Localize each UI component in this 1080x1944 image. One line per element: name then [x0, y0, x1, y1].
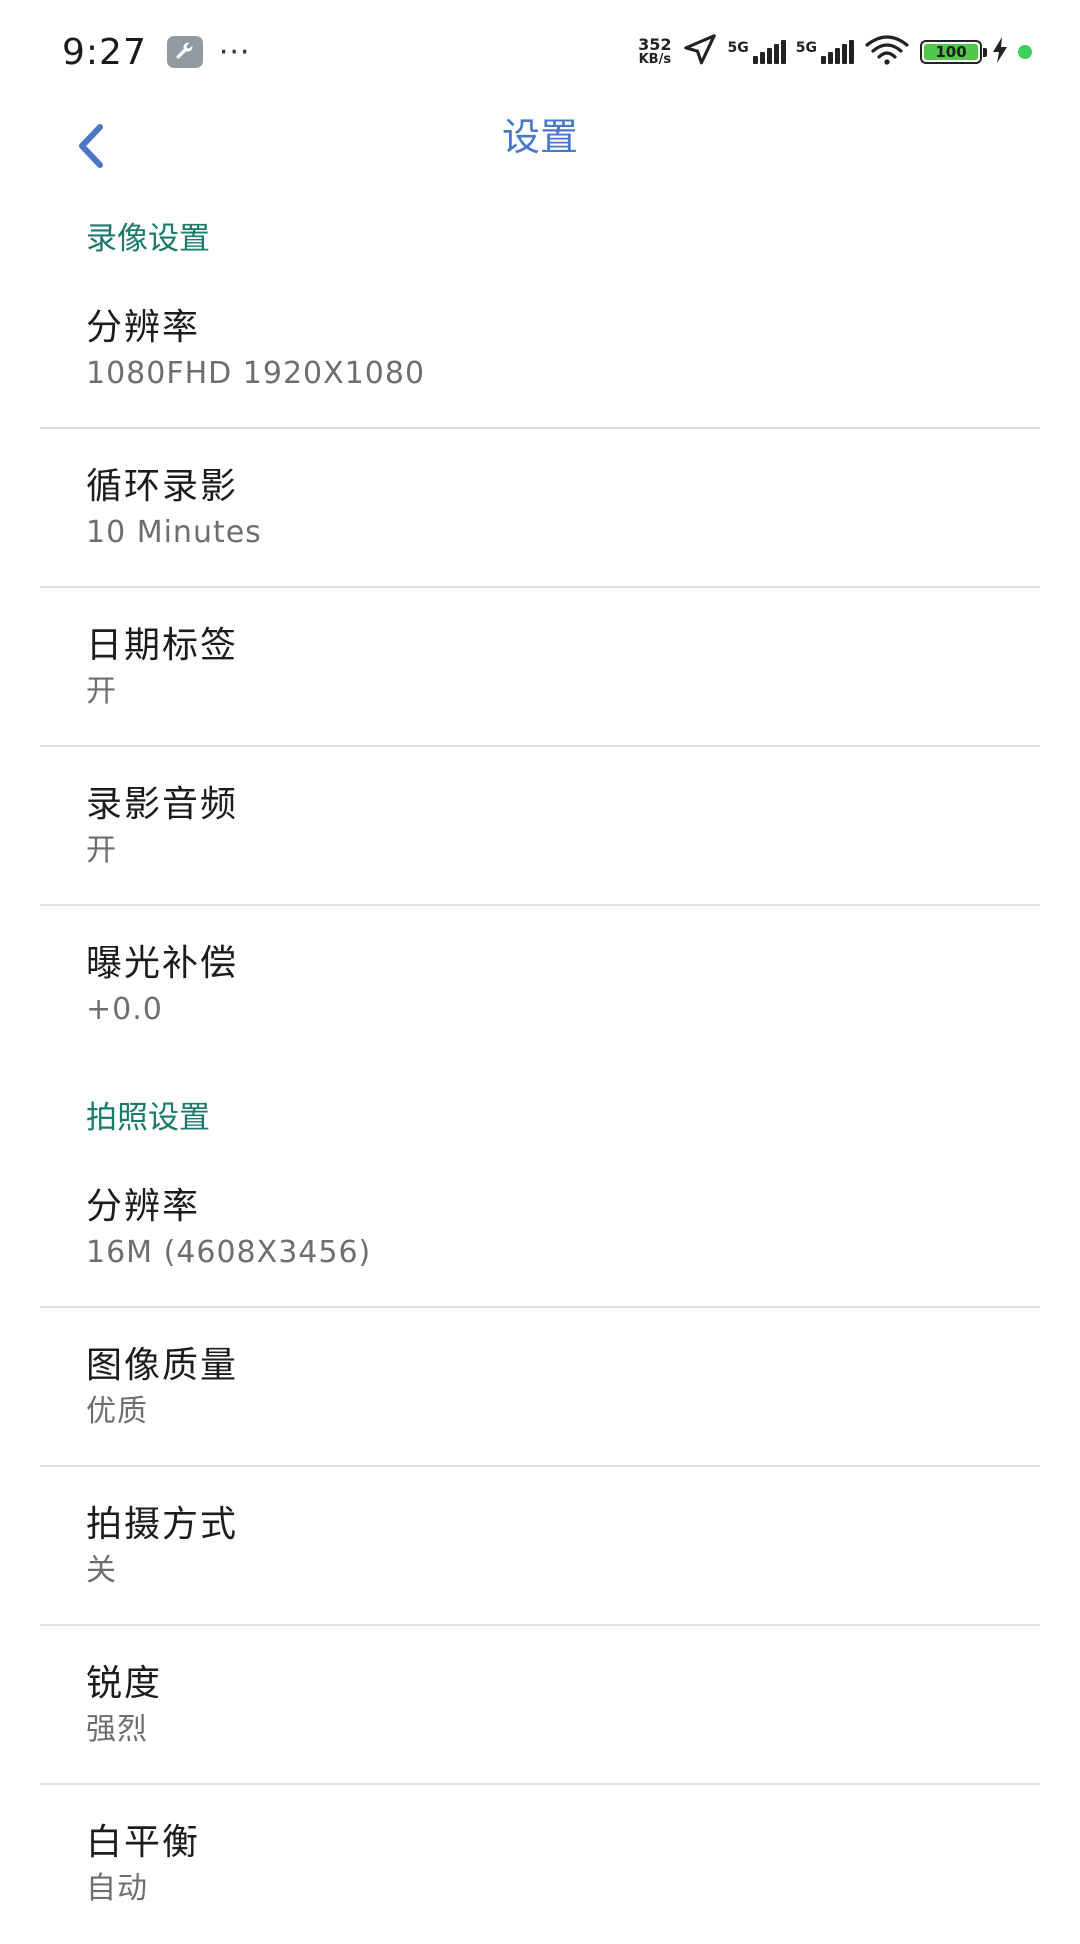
list-item-date-stamp[interactable]: 日期标签 开 — [0, 588, 1080, 747]
item-value: 16M (4608X3456) — [86, 1234, 372, 1270]
item-title: 循环录影 — [86, 465, 239, 507]
battery-level: 100 — [924, 43, 978, 61]
item-value: 1080FHD 1920X1080 — [86, 355, 426, 391]
section-header-video: 录像设置 — [86, 220, 210, 257]
item-value: 开 — [86, 673, 117, 709]
item-value: 自动 — [86, 1870, 148, 1906]
battery-icon: 100 — [920, 40, 987, 64]
network-speed: 352 KB/s — [638, 35, 672, 68]
signal-icon: 5G — [728, 40, 786, 64]
item-title: 日期标签 — [86, 624, 239, 666]
list-item-capture-mode[interactable]: 拍摄方式 关 — [0, 1467, 1080, 1626]
more-notifications-icon: ··· — [218, 34, 251, 70]
list-item-sharpness[interactable]: 锐度 强烈 — [0, 1626, 1080, 1785]
list-item-photo-resolution[interactable]: 分辨率 16M (4608X3456) — [0, 1149, 1080, 1308]
location-arrow-icon — [682, 33, 718, 71]
list-item-white-balance[interactable]: 白平衡 自动 — [0, 1785, 1080, 1944]
item-title: 分辨率 — [86, 1185, 201, 1227]
item-value: 强烈 — [86, 1711, 148, 1747]
page-title: 设置 — [501, 115, 578, 159]
camera-indicator-dot — [1018, 45, 1032, 59]
wrench-icon — [166, 36, 203, 68]
charging-bolt-icon — [992, 37, 1008, 67]
item-title: 录影音频 — [86, 783, 239, 825]
status-left: 9:27 ··· — [62, 24, 250, 80]
section-header-photo: 拍照设置 — [86, 1099, 210, 1136]
list-item-loop-recording[interactable]: 循环录影 10 Minutes — [0, 429, 1080, 588]
wifi-icon — [864, 35, 910, 69]
signal-1-label: 5G — [727, 40, 749, 56]
network-speed-value: 352 — [638, 35, 672, 54]
list-item-video-resolution[interactable]: 分辨率 1080FHD 1920X1080 — [0, 270, 1080, 429]
item-value: 优质 — [86, 1393, 148, 1429]
item-value: 开 — [86, 832, 117, 868]
list-item-record-audio[interactable]: 录影音频 开 — [0, 747, 1080, 906]
list-item-exposure[interactable]: 曝光补偿 +0.0 — [0, 906, 1080, 1065]
item-title: 分辨率 — [86, 306, 201, 348]
item-value: 关 — [86, 1552, 117, 1588]
item-value: +0.0 — [86, 991, 163, 1027]
item-value: 10 Minutes — [86, 514, 262, 550]
settings-list: 录像设置 分辨率 1080FHD 1920X1080 循环录影 10 Minut… — [0, 200, 1080, 1944]
signal-2-label: 5G — [795, 40, 817, 56]
status-right: 352 KB/s 5G 5G 100 — [638, 30, 1032, 74]
status-bar: 9:27 ··· 352 KB/s 5G 5G 100 — [0, 0, 1080, 104]
list-item-image-quality[interactable]: 图像质量 优质 — [0, 1308, 1080, 1467]
item-title: 图像质量 — [86, 1344, 239, 1386]
item-title: 锐度 — [86, 1662, 163, 1704]
signal-icon: 5G — [796, 40, 854, 64]
network-speed-unit: KB/s — [638, 52, 672, 67]
item-title: 曝光补偿 — [86, 942, 239, 984]
item-title: 拍摄方式 — [86, 1503, 239, 1545]
item-title: 白平衡 — [86, 1821, 201, 1863]
status-time: 9:27 — [62, 31, 147, 73]
